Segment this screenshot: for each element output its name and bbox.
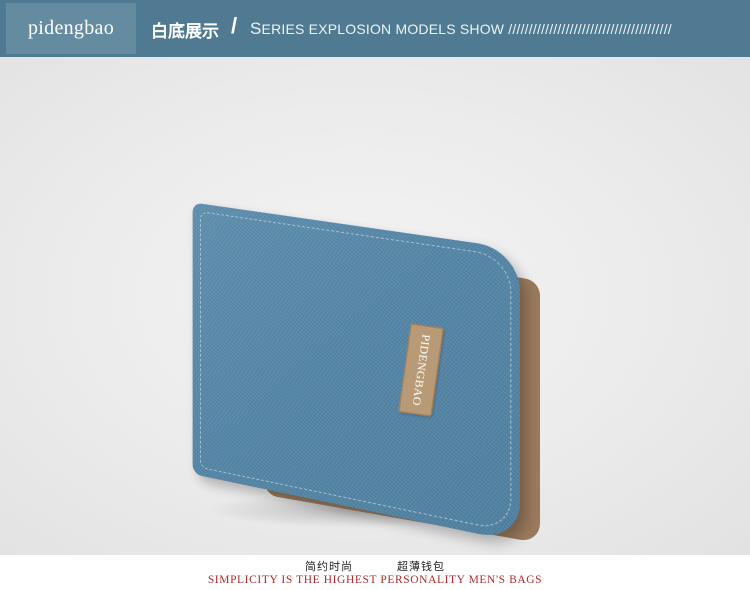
brand-name: pidengbao <box>27 17 114 39</box>
caption-cn-left: 简约时尚 <box>304 561 353 573</box>
caption-cn: 简约时尚 超薄钱包 <box>0 558 750 574</box>
tag-label: PIDENGBAO <box>409 333 434 407</box>
brand-box: pidengbao <box>6 3 136 54</box>
heading-en-rest: ERIES EXPLOSION MODELS SHOW ////////////… <box>261 21 672 37</box>
heading-divider: / <box>231 13 238 38</box>
caption-en: SIMPLICITY IS THE HIGHEST PERSONALITY ME… <box>207 574 543 586</box>
header-banner: pidengbao 白底展示 / SERIES EXPLOSION MODELS… <box>0 0 750 57</box>
caption-cn-right: 超薄钱包 <box>397 561 446 573</box>
product-photo: PIDENGBAO <box>0 57 750 555</box>
section-heading-en: SERIES EXPLOSION MODELS SHOW ///////////… <box>250 19 672 39</box>
heading-en-initial: S <box>250 19 262 38</box>
section-heading-cn: 白底展示 <box>151 22 219 41</box>
wallet-stitching <box>199 211 512 533</box>
